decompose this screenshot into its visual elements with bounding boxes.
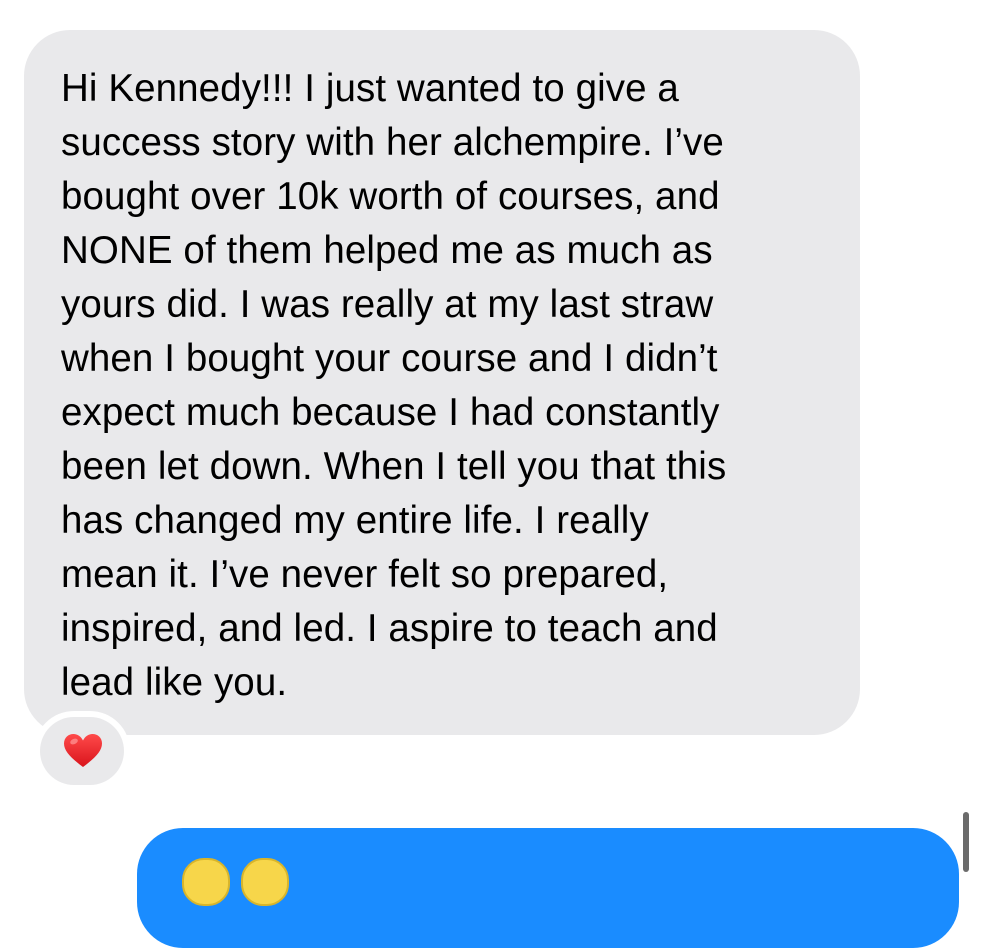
message-reaction[interactable] xyxy=(34,711,130,791)
reaction-badge xyxy=(40,717,124,785)
message-text: Hi Kennedy!!! I just wanted to give a su… xyxy=(61,67,727,704)
emoji-icon xyxy=(182,858,230,906)
outgoing-message-bubble[interactable] xyxy=(137,828,959,948)
incoming-message-bubble[interactable]: Hi Kennedy!!! I just wanted to give a su… xyxy=(24,30,860,735)
emoji-icon xyxy=(241,858,289,906)
heart-icon xyxy=(64,734,102,767)
scrollbar[interactable] xyxy=(963,812,969,872)
